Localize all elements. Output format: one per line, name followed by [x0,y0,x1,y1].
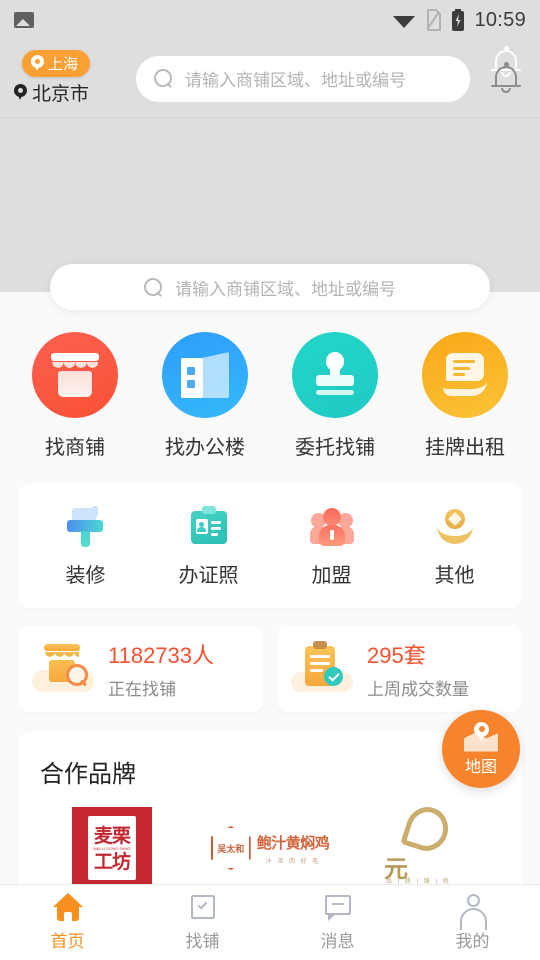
app-root: 10:59 上海 北京市 请输入商铺区域、地址或编号 请输入商铺区域、地址或编号… [0,0,540,960]
tab-label: 我的 [455,932,490,951]
tab-messages[interactable]: 消息 [270,885,405,960]
location-selector[interactable]: 上海 北京市 [14,48,118,110]
brand-logo-yuan: 元 品 | 质 | 铸 | 就 [380,801,476,884]
tab-profile[interactable]: 我的 [405,885,540,960]
city-suggestion-label: 上海 [48,55,79,73]
promo-banner[interactable]: 请输入商铺区域、地址或编号 [0,117,540,310]
stats-row: 1182733人 正在找铺 295套 上周成交数量 [0,626,540,712]
app-header: 上海 北京市 请输入商铺区域、地址或编号 [0,40,540,117]
office-building-icon [162,332,248,418]
stat-caption: 正在找铺 [108,680,176,699]
search-icon [144,277,163,297]
brand-tagline: 品 | 质 | 铸 | 就 [386,879,451,884]
service-label: 装修 [65,565,106,587]
category-label: 挂牌出租 [425,437,505,459]
home-icon [52,893,83,921]
content-sheet: 找商铺 找办公楼 委托找铺 挂牌出租 装修 办证照 加盟 其他 1182733人… [0,292,540,884]
brand-line-1: 麦栗 [93,826,131,848]
stat-card-seekers[interactable]: 1182733人 正在找铺 [18,626,263,712]
brand-item[interactable]: 吴太和 鲍汁黄焖鸡 汁 浓 肉 好 吃 [198,807,342,884]
brand-item[interactable]: 麦栗 MAI LI GONG FANG 工坊 [40,807,184,884]
message-icon [323,893,353,921]
location-pin-icon [31,55,44,71]
service-label: 办证照 [178,565,239,587]
brand-wordmark: 鲍汁黄焖鸡 [256,834,330,852]
service-license[interactable]: 办证照 [147,506,270,588]
brand-line-2: 工坊 [93,851,131,873]
clipboard-check-icon [291,640,357,698]
services-card: 装修 办证照 加盟 其他 [18,484,522,608]
category-list-for-rent[interactable]: 挂牌出租 [400,332,530,460]
brand-logo-mailigongfang: 麦栗 MAI LI GONG FANG 工坊 [72,807,152,884]
main-category-grid: 找商铺 找办公楼 委托找铺 挂牌出租 [0,332,540,460]
banner-search-bar[interactable]: 请输入商铺区域、地址或编号 [50,264,490,310]
notification-button[interactable] [484,45,528,110]
map-pin-icon [464,721,498,752]
stamp-icon [292,332,378,418]
search-icon [154,69,173,88]
services-grid: 装修 办证照 加盟 其他 [18,484,522,608]
category-find-shop[interactable]: 找商铺 [10,332,140,460]
tab-home[interactable]: 首页 [0,885,135,960]
diamond-other-icon [434,506,476,548]
brands-list: 麦栗 MAI LI GONG FANG 工坊 吴太和 鲍汁黄焖鸡 汁 浓 肉 好… [40,801,500,884]
tab-label: 找铺 [185,932,220,951]
status-time: 10:59 [474,8,526,31]
people-group-icon [309,506,354,548]
photo-icon [14,12,34,28]
service-other[interactable]: 其他 [393,506,516,588]
map-fab-label: 地图 [464,758,497,776]
tab-label: 消息 [320,932,355,951]
id-card-icon [188,506,230,548]
brand-logo-wutaihe: 吴太和 鲍汁黄焖鸡 汁 浓 肉 好 吃 [211,826,330,870]
tab-label: 首页 [50,932,85,951]
person-icon [458,893,488,930]
current-city-label: 北京市 [32,83,90,105]
brand-tagline: 汁 浓 肉 好 吃 [265,858,321,865]
stat-card-deals[interactable]: 295套 上周成交数量 [277,626,522,712]
battery-charging-icon [452,9,465,31]
current-city[interactable]: 北京市 [14,79,89,106]
status-bar: 10:59 [0,0,540,40]
category-entrust-find[interactable]: 委托找铺 [270,332,400,460]
sim-card-icon [427,9,442,31]
shopping-bag-icon [188,893,218,921]
stat-value: 1182733人 [108,643,215,668]
header-search-bar[interactable]: 请输入商铺区域、地址或编号 [136,55,470,102]
brand-item[interactable]: 元 品 | 质 | 铸 | 就 [356,801,500,884]
storefront-icon [32,332,118,418]
category-label: 委托找铺 [295,437,375,459]
bottom-tab-bar: 首页 找铺 消息 我的 [0,884,540,960]
service-label: 其他 [434,565,475,587]
service-franchise[interactable]: 加盟 [270,506,393,588]
header-search-placeholder: 请输入商铺区域、地址或编号 [185,71,406,90]
hand-document-icon [422,332,508,418]
shop-search-icon [32,640,98,698]
category-label: 找商铺 [45,437,105,459]
service-decoration[interactable]: 装修 [24,506,147,588]
paint-brush-icon [65,506,107,548]
stat-value: 295套 [367,643,426,668]
category-find-office[interactable]: 找办公楼 [140,332,270,460]
stat-caption: 上周成交数量 [367,680,469,699]
brand-hex-text: 吴太和 [217,843,245,854]
banner-search-placeholder: 请输入商铺区域、地址或编号 [175,279,396,299]
notification-bell-icon [491,61,521,98]
city-suggestion-pill[interactable]: 上海 [22,49,91,77]
tab-find-shop[interactable]: 找铺 [135,885,270,960]
category-label: 找办公楼 [165,437,245,459]
brands-title: 合作品牌 [40,761,136,788]
status-bar-left [14,12,34,28]
status-bar-right: 10:59 [391,9,526,32]
brand-sub: MAI LI GONG FANG [93,846,131,852]
map-fab-button[interactable]: 地图 [442,710,520,788]
wifi-icon [393,16,416,28]
location-pin-icon [14,84,27,100]
page-body: 请输入商铺区域、地址或编号 找商铺 找办公楼 委托找铺 挂牌出租 装修 办证照 … [0,117,540,884]
service-label: 加盟 [311,565,352,587]
